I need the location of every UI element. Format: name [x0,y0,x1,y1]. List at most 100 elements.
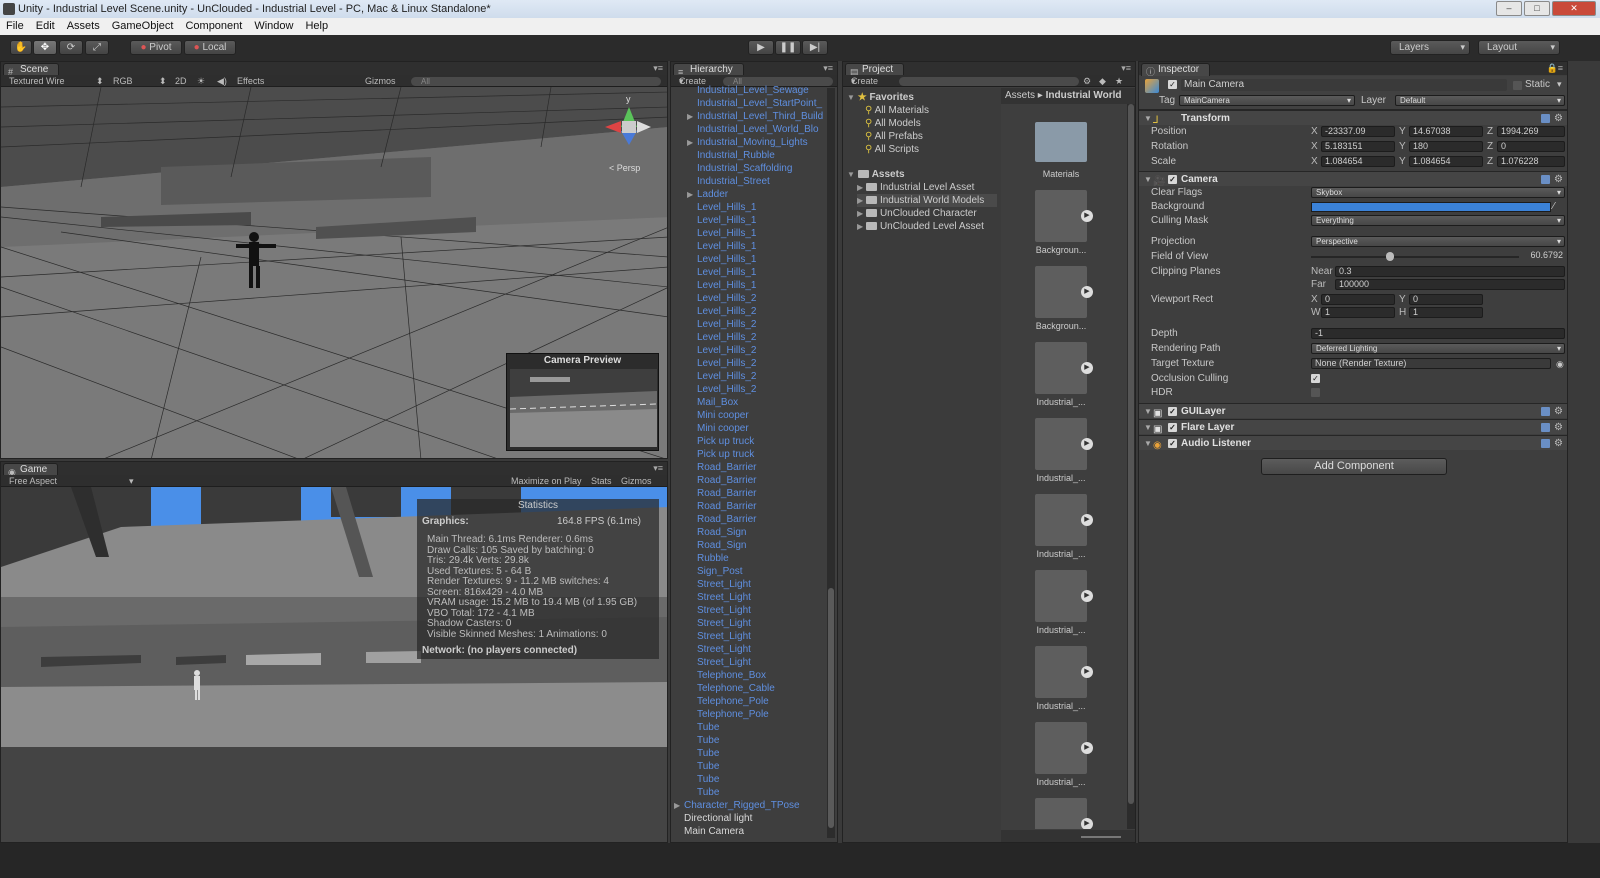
background-color-swatch[interactable] [1311,202,1551,212]
hierarchy-item[interactable]: Telephone_Box [697,669,766,682]
assets-header[interactable]: ▼ Assets [847,168,905,181]
hierarchy-item[interactable]: Street_Light [697,643,751,656]
hierarchy-item[interactable]: Industrial_Level_World_Blo [697,123,819,136]
audio-toggle-icon[interactable]: ◀) [217,75,227,87]
hierarchy-item[interactable]: Pick up truck [697,435,754,448]
hierarchy-item[interactable]: Street_Light [697,578,751,591]
favorite-all-prefabs[interactable]: ⚲ All Prefabs [865,130,923,143]
hierarchy-item[interactable]: Industrial_Level_Sewage [697,84,809,97]
scale-tool-icon[interactable]: ⤢ [85,40,109,55]
hierarchy-item[interactable]: Level_Hills_2 [697,357,756,370]
hierarchy-item[interactable]: Level_Hills_1 [697,227,756,240]
near-clip-field[interactable]: 0.3 [1335,266,1565,277]
menu-file[interactable]: File [0,18,30,35]
hierarchy-item[interactable]: Road_Sign [697,526,746,539]
menu-window[interactable]: Window [248,18,299,35]
play-button[interactable]: ▶ [748,40,774,55]
rotate-tool-icon[interactable]: ⟳ [59,40,83,55]
gear-icon[interactable]: ⚙ [1554,172,1563,187]
audio-listener-enabled-checkbox[interactable]: ✓ [1168,439,1177,448]
hierarchy-item[interactable]: Tube [697,747,719,760]
object-name-field[interactable]: Main Camera [1181,79,1507,91]
object-picker-icon[interactable]: ◉ [1556,357,1564,371]
scale-z-field[interactable]: 1.076228 [1497,156,1565,167]
audio-listener-header[interactable]: ▼ ◉ ✓ Audio Listener ⚙ [1139,435,1567,451]
expand-prefab-icon[interactable]: ▶ [1081,818,1093,829]
expand-arrow-icon[interactable]: ▶ [687,110,693,123]
hierarchy-item[interactable]: Level_Hills_1 [697,266,756,279]
move-tool-icon[interactable]: ✥ [33,40,57,55]
lighting-toggle-icon[interactable]: ☀ [197,75,205,87]
guilayer-header[interactable]: ▼ ▣ ✓ GUILayer ⚙ [1139,403,1567,419]
hierarchy-item[interactable]: Level_Hills_1 [697,240,756,253]
viewport-h-field[interactable]: 1 [1409,307,1483,318]
project-create-dropdown[interactable]: Create ▾ [851,75,878,87]
hierarchy-root-item[interactable]: ▶ Character_Rigged_TPose [674,799,800,812]
hierarchy-root-item[interactable]: Directional light [684,812,752,825]
culling-mask-dropdown[interactable]: Everything [1311,215,1565,226]
scene-viewport[interactable]: y < Persp Camera Preview [1,87,667,458]
hierarchy-item[interactable]: Road_Barrier [697,500,756,513]
gear-icon[interactable]: ⚙ [1554,111,1563,126]
folder-unclouded-level-asset[interactable]: ▶ UnClouded Level Asset [857,220,984,233]
breadcrumb-assets[interactable]: Assets [1005,90,1035,101]
hierarchy-create-dropdown[interactable]: Create ▾ [679,75,706,87]
hierarchy-item[interactable]: ▶ Industrial_Level_Third_Build [687,110,823,123]
hierarchy-item[interactable]: Level_Hills_1 [697,253,756,266]
favorite-star-icon[interactable]: ★ [1115,75,1123,87]
game-viewport[interactable]: Statistics Graphics: 164.8 FPS (6.1ms) M… [1,487,667,842]
fov-slider-track[interactable] [1311,252,1519,261]
camera-header[interactable]: ▼ 🎥 ✓ Camera ⚙ [1139,171,1567,187]
rendering-path-dropdown[interactable]: Deferred Lighting [1311,343,1565,354]
local-toggle-button[interactable]: ● Local [184,40,236,55]
target-texture-field[interactable]: None (Render Texture) [1311,358,1551,369]
active-checkbox[interactable]: ✓ [1168,80,1177,89]
hierarchy-item[interactable]: Level_Hills_2 [697,292,756,305]
rotation-z-field[interactable]: 0 [1497,141,1565,152]
expand-prefab-icon[interactable]: ▶ [1081,666,1093,678]
layer-dropdown[interactable]: Default [1395,95,1565,106]
depth-field[interactable]: -1 [1311,328,1565,339]
static-dropdown-arrow-icon[interactable]: ▾ [1557,79,1562,90]
hierarchy-item[interactable]: Road_Sign [697,539,746,552]
hierarchy-item[interactable]: Tube [697,721,719,734]
maximize-button[interactable]: □ [1524,1,1550,16]
rotation-y-field[interactable]: 180 [1409,141,1483,152]
panel-menu-icon[interactable]: ▾≡ [1121,63,1131,74]
project-grid-scrollbar-thumb[interactable] [1128,104,1134,804]
help-book-icon[interactable] [1541,175,1550,184]
hierarchy-item[interactable]: Telephone_Pole [697,708,769,721]
draw-mode-dropdown[interactable]: Textured Wire [9,75,65,87]
hierarchy-item[interactable]: Industrial_Scaffolding [697,162,792,175]
hierarchy-item[interactable]: Road_Barrier [697,513,756,526]
expand-prefab-icon[interactable]: ▶ [1081,590,1093,602]
pause-button[interactable]: ❚❚ [775,40,801,55]
folder-industrial-level-asset[interactable]: ▶ Industrial Level Asset [857,181,974,194]
hierarchy-item[interactable]: Industrial_Rubble [697,149,775,162]
hierarchy-item[interactable]: Mini cooper [697,409,749,422]
help-book-icon[interactable] [1541,407,1550,416]
asset-size-slider[interactable] [1081,836,1121,838]
gizmos-dropdown[interactable]: Gizmos [365,75,396,87]
flare-layer-header[interactable]: ▼ ▣ ✓ Flare Layer ⚙ [1139,419,1567,435]
expand-prefab-icon[interactable]: ▶ [1081,742,1093,754]
hierarchy-scrollbar-thumb[interactable] [828,588,834,828]
panel-menu-icon[interactable]: ▾≡ [653,463,663,474]
tag-dropdown[interactable]: MainCamera [1179,95,1355,106]
hierarchy-item[interactable]: Road_Barrier [697,461,756,474]
hierarchy-item[interactable]: Tube [697,760,719,773]
favorite-all-models[interactable]: ⚲ All Models [865,117,921,130]
help-book-icon[interactable] [1541,439,1550,448]
folder-industrial-world-models[interactable]: ▶ Industrial World Models [857,194,997,207]
effects-dropdown[interactable]: Effects [237,75,264,87]
pivot-toggle-button[interactable]: ● Pivot [130,40,182,55]
hierarchy-item[interactable]: Level_Hills_1 [697,214,756,227]
panel-menu-icon[interactable]: ▾≡ [823,63,833,74]
expand-arrow-icon[interactable]: ▶ [687,188,693,201]
position-x-field[interactable]: -23337.09 [1321,126,1395,137]
clear-flags-dropdown[interactable]: Skybox [1311,187,1565,198]
expand-prefab-icon[interactable]: ▶ [1081,210,1093,222]
project-grid-scrollbar[interactable] [1127,104,1135,829]
render-mode-dropdown[interactable]: RGB [113,75,133,87]
transform-header[interactable]: ▼ ⅃ Transform ⚙ [1139,110,1567,126]
